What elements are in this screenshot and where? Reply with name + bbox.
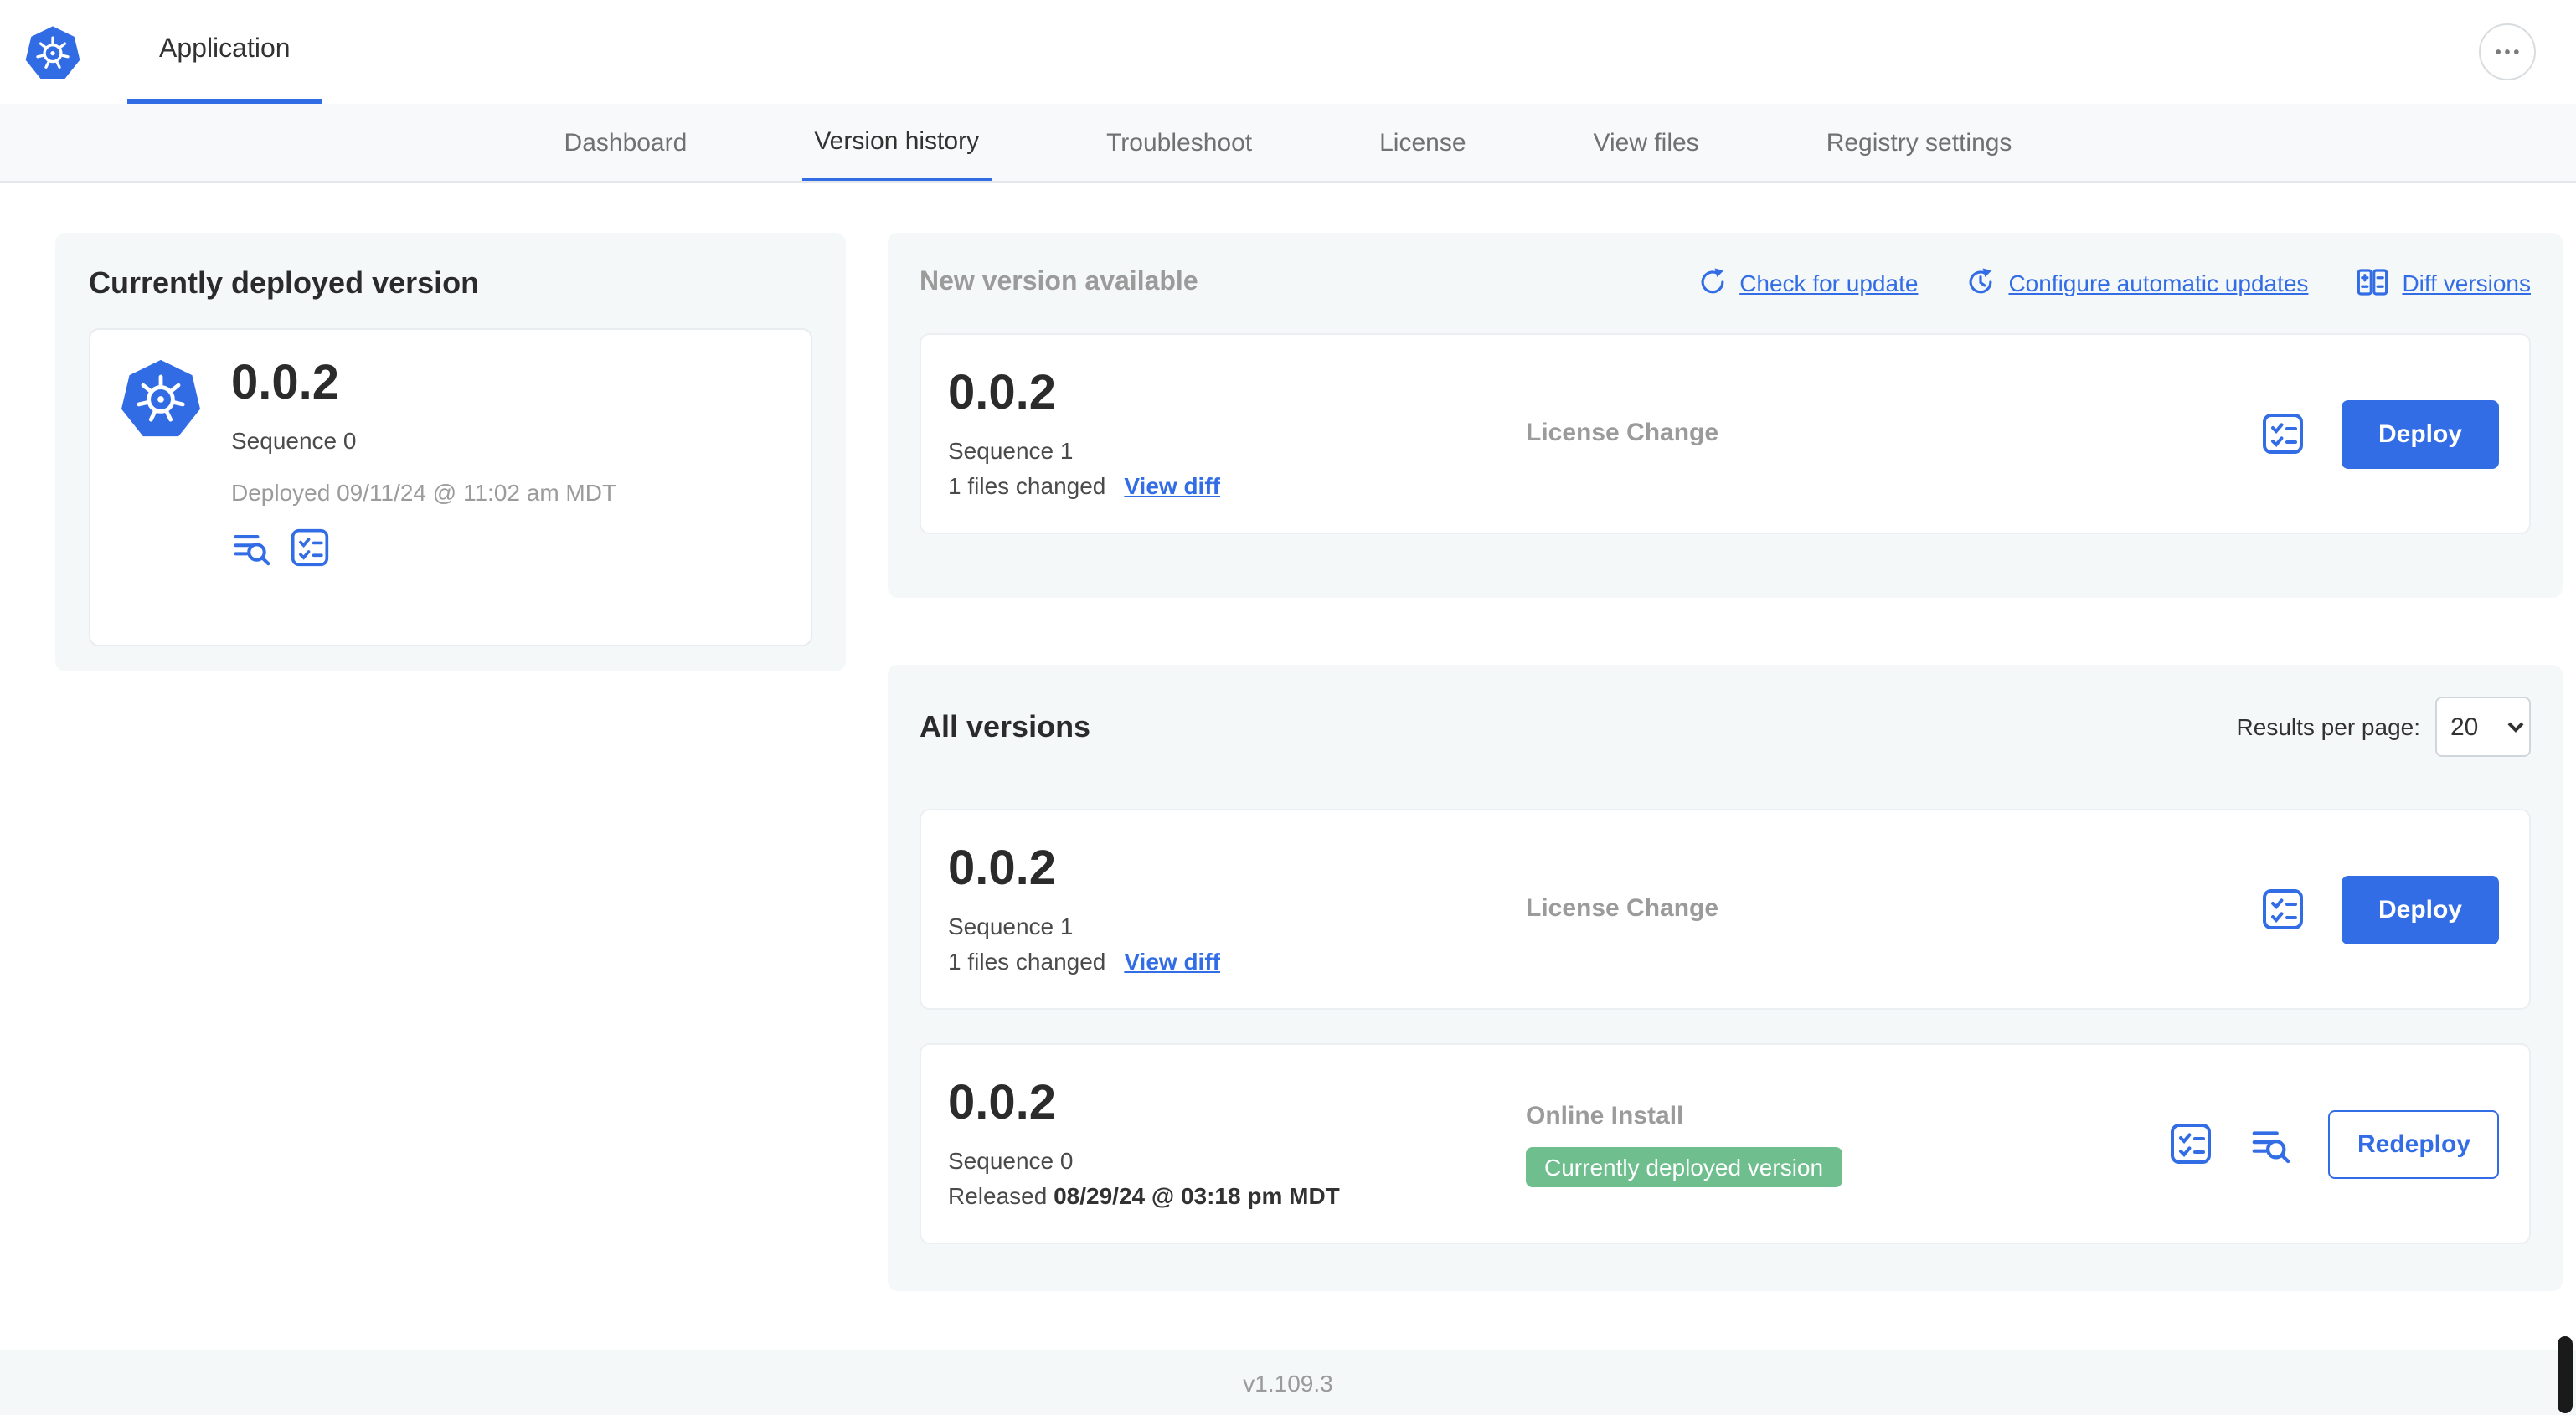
app-tab-label: Application	[159, 34, 291, 63]
tab-label: Troubleshoot	[1106, 128, 1253, 157]
preflight-checks-icon[interactable]	[2261, 888, 2305, 931]
tab-dashboard[interactable]: Dashboard	[553, 104, 699, 181]
version-sequence: Sequence 0	[948, 1146, 1074, 1174]
configure-automatic-updates-link[interactable]: Configure automatic updates	[1965, 266, 2308, 298]
tab-troubleshoot[interactable]: Troubleshoot	[1095, 104, 1264, 181]
release-notes-icon[interactable]	[231, 527, 271, 568]
ellipsis-icon	[2496, 49, 2519, 54]
deploy-button[interactable]: Deploy	[2341, 875, 2499, 944]
tab-version-history[interactable]: Version history	[802, 104, 992, 181]
app-tab-application[interactable]: Application	[127, 0, 322, 104]
new-version-heading: New version available	[920, 267, 1198, 296]
released-label: Released	[948, 1181, 1054, 1209]
results-per-page-label: Results per page:	[2236, 713, 2420, 740]
tab-label: View files	[1593, 128, 1699, 157]
configure-automatic-updates-label: Configure automatic updates	[2008, 269, 2309, 296]
preflight-checks-icon[interactable]	[290, 527, 330, 568]
redeploy-button[interactable]: Redeploy	[2328, 1109, 2499, 1178]
version-source: Online Install	[1526, 1101, 1684, 1129]
view-diff-link[interactable]: View diff	[1124, 472, 1220, 499]
check-for-update-label: Check for update	[1739, 269, 1919, 296]
deploy-button[interactable]: Deploy	[2341, 399, 2499, 468]
all-versions-heading: All versions	[920, 709, 1091, 743]
currently-deployed-panel: Currently deployed version 0.0.2 Sequenc…	[55, 233, 846, 671]
console-version: v1.109.3	[1243, 1369, 1333, 1396]
currently-deployed-heading: Currently deployed version	[89, 266, 480, 300]
tab-license[interactable]: License	[1368, 104, 1477, 181]
new-version-panel: New version available Check for update C…	[888, 233, 2563, 598]
all-versions-panel: All versions Results per page: 20 0.0.2 …	[888, 665, 2563, 1291]
tab-registry-settings[interactable]: Registry settings	[1815, 104, 2024, 181]
preflight-checks-icon[interactable]	[2170, 1122, 2213, 1165]
scrollbar-thumb[interactable]	[2558, 1336, 2573, 1413]
check-for-update-link[interactable]: Check for update	[1696, 266, 1918, 298]
version-number: 0.0.2	[948, 842, 1056, 897]
preflight-checks-icon[interactable]	[2261, 412, 2305, 455]
results-per-page-select[interactable]: 20	[2435, 697, 2531, 757]
version-source: License Change	[1526, 419, 1719, 447]
view-diff-link[interactable]: View diff	[1124, 948, 1220, 975]
tab-label: Dashboard	[564, 128, 688, 157]
main-content: Currently deployed version 0.0.2 Sequenc…	[0, 183, 2576, 1350]
right-column: New version available Check for update C…	[888, 233, 2563, 1291]
footer: v1.109.3	[0, 1350, 2576, 1415]
version-sequence: Sequence 1	[948, 912, 1074, 939]
tab-view-files[interactable]: View files	[1582, 104, 1711, 181]
kubernetes-logo-icon	[121, 358, 201, 439]
files-changed: 1 files changed	[948, 471, 1106, 499]
diff-versions-label: Diff versions	[2402, 269, 2531, 296]
version-source: License Change	[1526, 894, 1719, 923]
currently-deployed-card: 0.0.2 Sequence 0 Deployed 09/11/24 @ 11:…	[89, 328, 812, 646]
tab-label: Registry settings	[1826, 128, 2012, 157]
currently-deployed-badge: Currently deployed version	[1526, 1146, 1842, 1186]
version-row: 0.0.2 Sequence 0 Released 08/29/24 @ 03:…	[920, 1043, 2531, 1244]
tab-label: License	[1379, 128, 1466, 157]
diff-icon	[2357, 269, 2388, 296]
refresh-icon	[1700, 268, 1723, 294]
deployed-timestamp: Deployed 09/11/24 @ 11:02 am MDT	[231, 478, 617, 506]
current-sequence: Sequence 0	[231, 426, 357, 454]
released-date: 08/29/24 @ 03:18 pm MDT	[1054, 1181, 1340, 1209]
version-row: 0.0.2 Sequence 1 1 files changed View di…	[920, 809, 2531, 1010]
diff-versions-link[interactable]: Diff versions	[2355, 265, 2531, 300]
clock-refresh-icon	[1970, 268, 1992, 294]
files-changed: 1 files changed	[948, 947, 1106, 975]
release-notes-icon[interactable]	[2250, 1123, 2292, 1165]
version-number: 0.0.2	[948, 1077, 1056, 1131]
new-version-row: 0.0.2 Sequence 1 1 files changed View di…	[920, 333, 2531, 534]
app-header: Application	[0, 0, 2576, 104]
subnav: Dashboard Version history Troubleshoot L…	[0, 104, 2576, 183]
released-timestamp: Released 08/29/24 @ 03:18 pm MDT	[948, 1182, 1526, 1209]
app-window: Application Dashboard Version history Tr…	[0, 0, 2576, 1415]
version-number: 0.0.2	[948, 367, 1056, 421]
version-sequence: Sequence 1	[948, 436, 1074, 464]
tab-label: Version history	[814, 126, 980, 155]
current-version-number: 0.0.2	[231, 357, 339, 410]
kubernetes-logo-icon	[25, 24, 80, 80]
more-options-button[interactable]	[2479, 23, 2536, 80]
